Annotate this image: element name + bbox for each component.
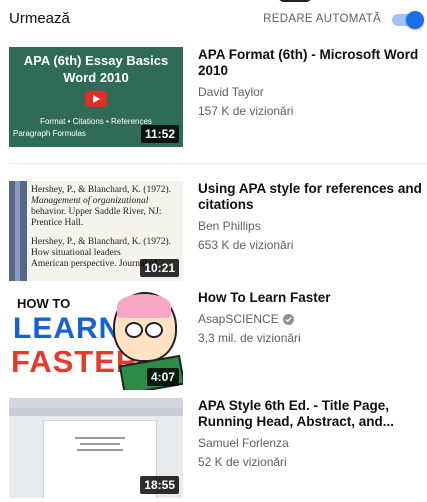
- video-meta-4: APA Style 6th Ed. - Title Page, Running …: [198, 398, 426, 469]
- thumb-3-how-to: HOW TO: [17, 296, 71, 311]
- cartoon-eye-left: [125, 322, 143, 338]
- channel-name-text: Ben Phillips: [198, 219, 261, 233]
- duration-badge: 4:07: [146, 368, 179, 386]
- thumb-1-text-line1: APA (6th) Essay Basics: [23, 53, 169, 68]
- thumb-4-page-line: [80, 443, 120, 445]
- video-meta-2: Using APA style for references and citat…: [198, 181, 426, 252]
- thumb-2-citation-text: Hershey, P., & Blanchard, K. (1972). Man…: [31, 185, 181, 270]
- thumb-2-line4: Prentice Hall.: [31, 218, 84, 228]
- up-next-header: Urmează REDARE AUTOMATĂ: [9, 0, 427, 36]
- channel-name-text: David Taylor: [198, 85, 264, 99]
- thumb-2-line5: Hershey, P., & Blanchard, K. (1972).: [31, 237, 172, 247]
- channel-name[interactable]: Ben Phillips: [198, 219, 426, 233]
- duration-badge: 11:52: [140, 125, 179, 143]
- video-item-3[interactable]: HOW TO LEARN FASTER 4:07 How To Learn Fa…: [9, 290, 427, 394]
- video-thumbnail-2[interactable]: Hershey, P., & Blanchard, K. (1972). Man…: [9, 181, 183, 281]
- view-count: 157 K de vizionări: [198, 104, 294, 118]
- video-title[interactable]: APA Style 6th Ed. - Title Page, Running …: [198, 398, 426, 430]
- video-meta-3: How To Learn Faster AsapSCIENCE 3,3 mil.…: [198, 290, 426, 345]
- thumb-4-ribbon: [9, 408, 183, 416]
- video-item-1[interactable]: APA (6th) Essay Basics Word 2010 Format …: [9, 47, 427, 151]
- duration-badge: 18:55: [140, 476, 179, 494]
- video-item-2[interactable]: Hershey, P., & Blanchard, K. (1972). Man…: [9, 181, 427, 285]
- thumb-2-line6: How situational leaders: [31, 248, 121, 258]
- cartoon-brain-illustration: [117, 294, 171, 318]
- view-count: 52 K de vizionări: [198, 455, 287, 469]
- autoplay-toggle-knob: [406, 11, 424, 29]
- video-item-4[interactable]: 18:55 APA Style 6th Ed. - Title Page, Ru…: [9, 398, 427, 502]
- cartoon-eyes: [125, 322, 165, 338]
- channel-name[interactable]: David Taylor: [198, 85, 426, 99]
- thumb-1-text-line2: Word 2010: [63, 70, 129, 85]
- video-title[interactable]: APA Format (6th) - Microsoft Word 2010: [198, 47, 426, 79]
- up-next-title: Urmează: [9, 10, 70, 27]
- channel-name[interactable]: AsapSCIENCE: [198, 312, 426, 326]
- autoplay-label: REDARE AUTOMATĂ: [263, 13, 381, 25]
- thumb-1-text-line4: Paragraph Formulas: [13, 129, 86, 138]
- video-title[interactable]: Using APA style for references and citat…: [198, 181, 426, 213]
- video-thumbnail-3[interactable]: HOW TO LEARN FASTER 4:07: [9, 290, 183, 390]
- video-meta-1: APA Format (6th) - Microsoft Word 2010 D…: [198, 47, 426, 118]
- verified-badge-icon: [282, 313, 294, 325]
- thumb-4-page-line: [77, 449, 123, 451]
- youtube-play-icon: [85, 91, 107, 107]
- channel-name-text: AsapSCIENCE: [198, 312, 279, 326]
- book-spine-stripe: [15, 181, 20, 281]
- thumb-2-line3: behavior. Upper Saddle River, NJ:: [31, 207, 162, 217]
- autoplay-toggle[interactable]: [388, 11, 424, 29]
- thumb-4-toolbar: [9, 398, 183, 408]
- video-thumbnail-4[interactable]: 18:55: [9, 398, 183, 498]
- video-title[interactable]: How To Learn Faster: [198, 290, 426, 306]
- section-divider: [9, 163, 427, 164]
- thumb-2-line1: Hershey, P., & Blanchard, K. (1972).: [31, 185, 172, 195]
- view-count: 653 K de vizionări: [198, 238, 294, 252]
- duration-badge: 10:21: [140, 259, 179, 277]
- video-thumbnail-1[interactable]: APA (6th) Essay Basics Word 2010 Format …: [9, 47, 183, 147]
- cartoon-eye-right: [145, 322, 163, 338]
- channel-name-text: Samuel Forlenza: [198, 436, 289, 450]
- thumb-3-learn: LEARN: [13, 312, 122, 345]
- view-count: 3,3 mil. de vizionări: [198, 331, 301, 345]
- thumb-2-line2: Management of organizational: [31, 196, 149, 206]
- channel-name[interactable]: Samuel Forlenza: [198, 436, 426, 450]
- thumb-4-page-line: [75, 437, 125, 439]
